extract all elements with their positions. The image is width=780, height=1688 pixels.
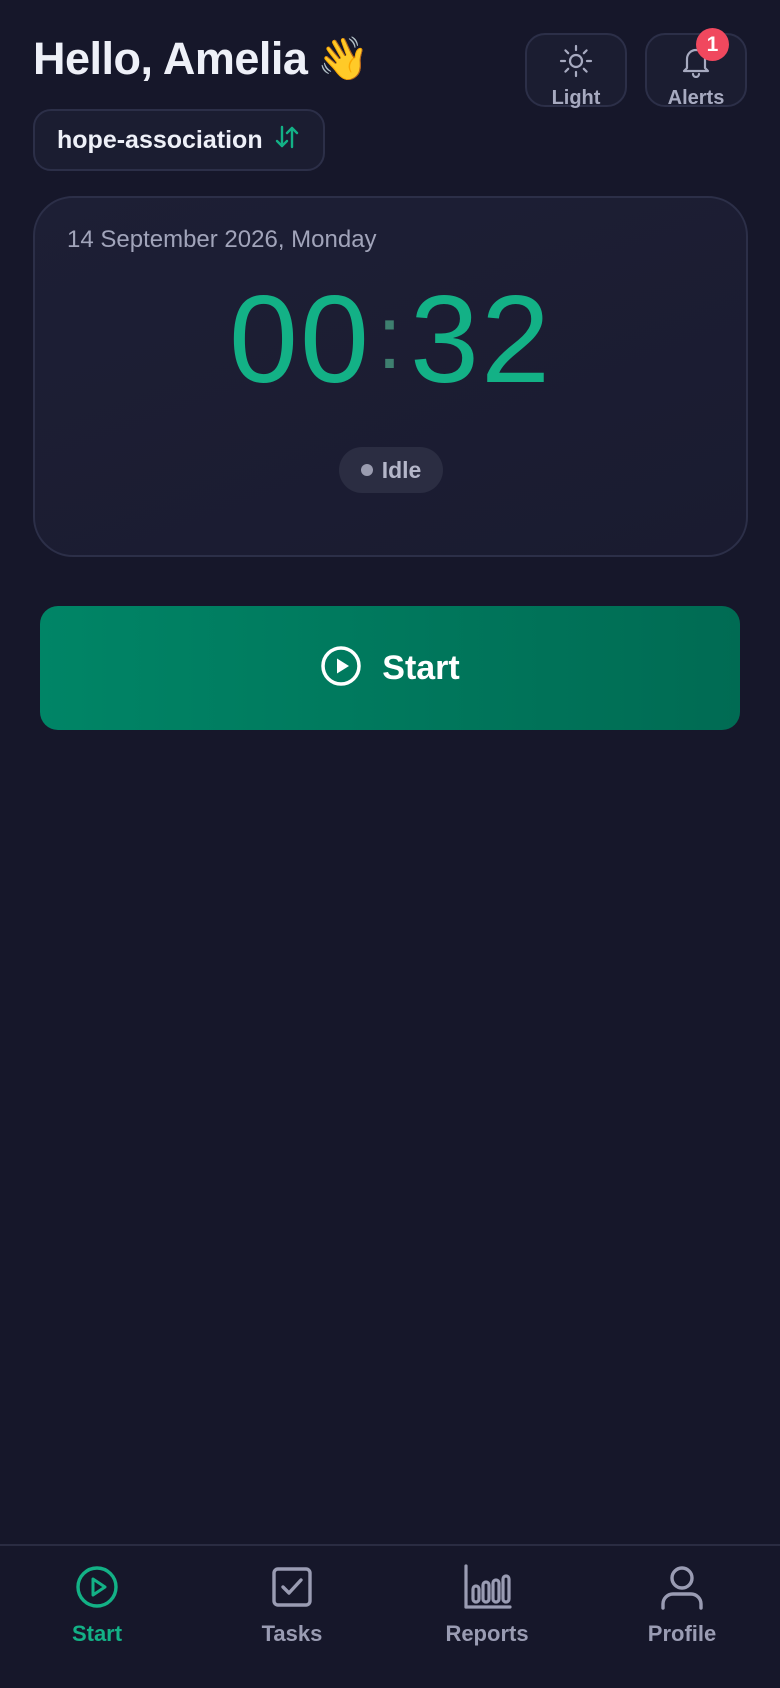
bar-chart-icon: [462, 1564, 512, 1615]
nav-item-start[interactable]: Start: [22, 1564, 172, 1647]
status-text: Idle: [381, 456, 422, 483]
nav-item-profile[interactable]: Profile: [607, 1564, 757, 1647]
wave-emoji-icon: 👋: [317, 35, 370, 82]
swap-vertical-icon: [273, 123, 301, 158]
nav-item-label: Start: [71, 1621, 123, 1646]
theme-toggle-label: Light: [551, 87, 601, 109]
nav-item-label: Tasks: [261, 1621, 323, 1646]
organization-name: hope-association: [57, 125, 263, 154]
bottom-navigation: Start Tasks Reports Profile: [0, 1544, 780, 1688]
checkbox-icon: [269, 1564, 315, 1615]
greeting-text: Hello, Amelia: [33, 33, 308, 84]
play-circle-icon: [74, 1564, 120, 1615]
timer-separator: :: [376, 288, 404, 388]
status-badge: Idle: [339, 447, 443, 493]
nav-item-reports[interactable]: Reports: [412, 1564, 562, 1647]
start-button[interactable]: Start: [40, 606, 740, 730]
user-icon: [659, 1564, 705, 1615]
alerts-label: Alerts: [667, 87, 725, 109]
theme-toggle-button[interactable]: Light: [525, 33, 627, 109]
organization-switcher[interactable]: hope-association: [33, 109, 325, 171]
nav-item-label: Reports: [445, 1621, 529, 1646]
sun-icon: [559, 44, 593, 83]
greeting-heading: Hello, Amelia 👋: [33, 33, 370, 85]
start-button-label: Start: [382, 648, 460, 687]
elapsed-time-display: 00:32: [35, 278, 746, 402]
nav-item-label: Profile: [647, 1621, 717, 1646]
nav-item-tasks[interactable]: Tasks: [217, 1564, 367, 1647]
timer-seconds: 32: [410, 271, 552, 409]
play-circle-icon: [320, 645, 362, 692]
timer-minutes: 00: [229, 271, 371, 409]
current-date: 14 September 2026, Monday: [67, 226, 377, 253]
status-dot: [360, 464, 373, 476]
alerts-button[interactable]: Alerts 1: [645, 28, 747, 109]
alerts-count-badge: 1: [696, 28, 729, 61]
timer-card: 14 September 2026, Monday 00:32 Idle: [33, 196, 748, 557]
